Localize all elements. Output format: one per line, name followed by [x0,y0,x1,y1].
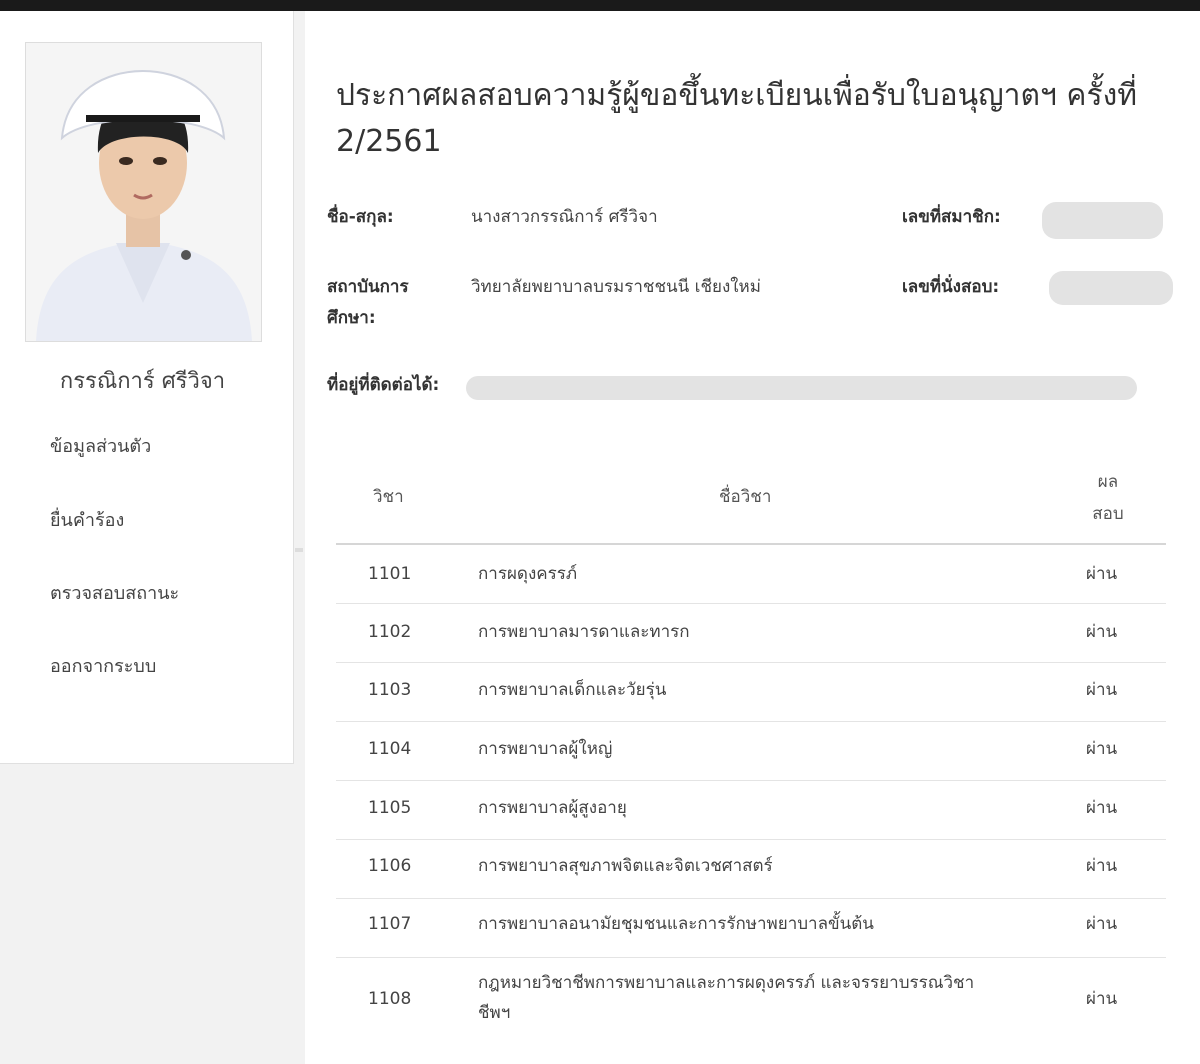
address-label: ที่อยู่ที่ติดต่อได้: [327,375,440,395]
table-row: 1101 การผดุงครรภ์ ผ่าน [336,545,1166,604]
subject-code: 1103 [368,680,412,700]
subject-code: 1101 [368,564,412,584]
member-number-label: เลขที่สมาชิก: [902,207,1001,227]
seat-number-redacted [1049,271,1173,305]
menu-item-submit-request[interactable]: ยื่นคำร้อง [50,505,124,534]
page-title: ประกาศผลสอบความรู้ผู้ขอขึ้นทะเบียนเพื่อร… [336,78,1137,159]
exam-result: ผ่าน [1086,914,1118,934]
member-number-redacted [1042,202,1163,239]
table-row: 1102 การพยาบาลมารดาและทารก ผ่าน [336,604,1166,663]
top-bar [0,0,1200,11]
subject-name: การพยาบาลมารดาและทารก [478,622,690,642]
table-row: 1106 การพยาบาลสุขภาพจิตและจิตเวชศาสตร์ ผ… [336,840,1166,899]
menu-item-personal-info[interactable]: ข้อมูลส่วนตัว [50,431,151,460]
subject-code: 1102 [368,622,412,642]
table-row: 1104 การพยาบาลผู้ใหญ่ ผ่าน [336,722,1166,781]
main-panel: ประกาศผลสอบความรู้ผู้ขอขึ้นทะเบียนเพื่อร… [305,11,1200,1064]
subject-name: การพยาบาลผู้สูงอายุ [478,798,627,818]
institution-label: สถาบันการศึกษา: [327,277,409,328]
subject-code: 1106 [368,856,412,876]
name-label: ชื่อ-สกุล: [327,207,394,227]
exam-result: ผ่าน [1086,798,1118,818]
profile-photo [25,42,262,342]
subject-name: การพยาบาลสุขภาพจิตและจิตเวชศาสตร์ [478,856,773,876]
exam-result: ผ่าน [1086,564,1118,584]
subject-code: 1108 [368,989,412,1009]
subject-code: 1107 [368,914,412,934]
exam-result: ผ่าน [1086,856,1118,876]
sidebar: กรรณิการ์ ศรีวิจา ข้อมูลส่วนตัว ยื่นคำร้… [0,11,294,764]
table-row: 1105 การพยาบาลผู้สูงอายุ ผ่าน [336,781,1166,840]
subject-code: 1105 [368,798,412,818]
subject-name: กฎหมายวิชาชีพการพยาบาลและการผดุงครรภ์ แล… [478,973,975,1023]
name-value: นางสาวกรรณิการ์ ศรีวิจา [471,207,658,227]
subject-name: การพยาบาลเด็กและวัยรุ่น [478,680,667,700]
column-header-code: วิชา [373,487,404,507]
address-redacted [466,376,1137,400]
exam-result: ผ่าน [1086,680,1118,700]
exam-result: ผ่าน [1086,989,1118,1009]
panel-divider [295,548,303,552]
column-header-name: ชื่อวิชา [719,487,772,507]
table-row: 1103 การพยาบาลเด็กและวัยรุ่น ผ่าน [336,663,1166,722]
exam-result: ผ่าน [1086,739,1118,759]
seat-number-label: เลขที่นั่งสอบ: [902,277,1000,297]
menu-item-check-status[interactable]: ตรวจสอบสถานะ [50,578,179,607]
table-row: 1108 กฎหมายวิชาชีพการพยาบาลและการผดุงครร… [336,958,1166,1044]
institution-value: วิทยาลัยพยาบาลบรมราชชนนี เชียงใหม่ [471,277,761,297]
exam-result: ผ่าน [1086,622,1118,642]
subject-name: การพยาบาลผู้ใหญ่ [478,739,613,759]
table-row: 1107 การพยาบาลอนามัยชุมชนและการรักษาพยาบ… [336,899,1166,958]
nurse-portrait-image [26,43,261,341]
column-header-result: ผลสอบ [1092,472,1124,524]
subject-name: การผดุงครรภ์ [478,564,578,584]
menu-item-logout[interactable]: ออกจากระบบ [50,651,156,680]
subject-name: การพยาบาลอนามัยชุมชนและการรักษาพยาบาลขั้… [478,914,874,934]
profile-name: กรรณิการ์ ศรีวิจา [59,369,226,394]
subject-code: 1104 [368,739,412,759]
